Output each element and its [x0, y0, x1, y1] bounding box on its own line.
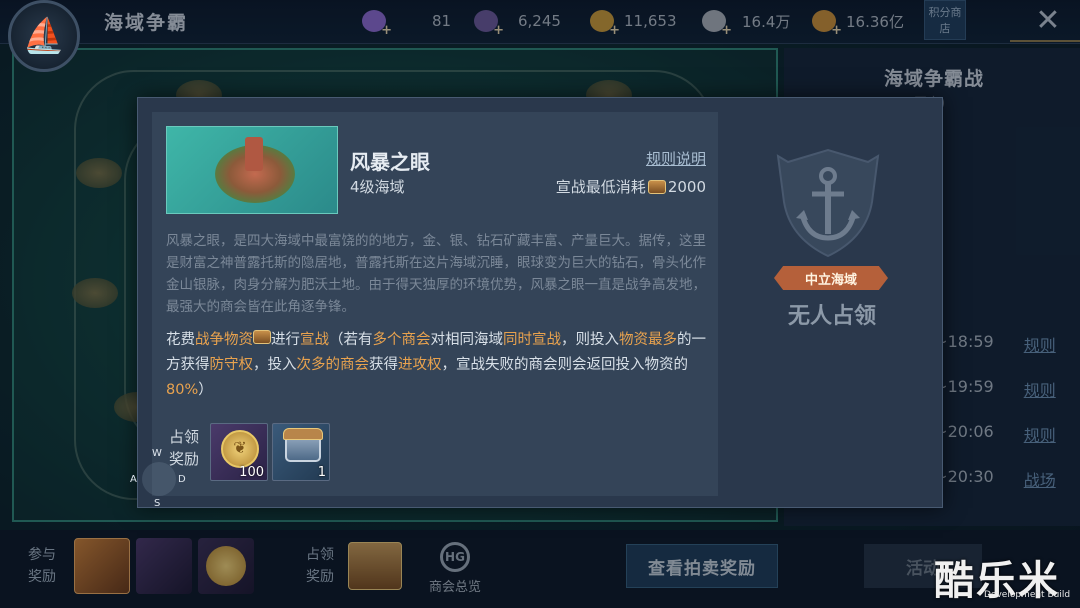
joystick-s-label: S [154, 498, 161, 509]
rule-text-part: ，宣战失败的商会则会返回投入物资的 [441, 357, 689, 373]
rule-text-part: 进行 [271, 332, 300, 348]
gold-coin-icon: ❦ [221, 430, 259, 468]
declare-war-rules: 花费战争物资 进行宣战（若有多个商会对相同海域同时宣战，则投入物资最多的一方获得防… [166, 328, 710, 403]
rule-highlight: 多个商会 [372, 332, 431, 348]
zone-info-card: 风暴之眼 4级海域 规则说明 宣战最低消耗 2000 风暴之眼，是四大海域中最富… [152, 112, 718, 496]
zone-description: 风暴之眼，是四大海域中最富饶的的地方，金、银、钻石矿藏丰富、产量巨大。据传，这里… [166, 233, 706, 315]
rule-highlight: 进攻权 [398, 357, 442, 373]
rule-text-part: ，则投入 [561, 332, 619, 348]
rule-highlight: 物资最多 [619, 332, 677, 348]
rule-highlight: 防守权 [209, 357, 254, 373]
dev-build-label: Development Build [984, 590, 1071, 600]
rule-highlight: 战争物资 [195, 332, 253, 348]
zone-level: 4级海域 [350, 178, 405, 196]
cost-value: 2000 [667, 177, 706, 196]
rule-highlight: 宣战 [300, 332, 329, 348]
sea-zone-detail-dialog: 风暴之眼 4级海域 规则说明 宣战最低消耗 2000 风暴之眼，是四大海域中最富… [137, 97, 943, 508]
zone-island-image [166, 126, 338, 214]
rule-text-part: 花费 [166, 332, 195, 348]
reward-treasure-chest[interactable]: 1 [272, 423, 330, 481]
rule-text-part: ，投入 [253, 357, 297, 373]
rule-highlight: 80% [166, 382, 199, 398]
reward-quantity: 100 [239, 465, 264, 480]
joystick-w-label: W [152, 448, 162, 459]
rules-link[interactable]: 规则说明 [646, 148, 706, 169]
rule-highlight: 次多的商会 [296, 357, 370, 373]
joystick-d-label: D [178, 474, 186, 485]
reward-quantity: 1 [317, 465, 326, 480]
rule-text-part: 获得 [369, 357, 398, 373]
occupation-status: 无人占领 [787, 303, 876, 329]
rule-highlight: 同时宣战 [503, 332, 561, 348]
joystick-a-label: A [130, 474, 137, 485]
war-supplies-icon [647, 179, 666, 194]
ship-icon: ⛵ [8, 0, 80, 72]
game-screen: 海域争霸战 开启) 0~18:59 规则 0~19:59 规则 0~20:06 … [0, 0, 1080, 608]
cost-label: 宣战最低消耗 [555, 178, 646, 196]
reward-gold-coin[interactable]: ❦ 100 [210, 423, 268, 481]
joystick-ring[interactable] [142, 462, 176, 496]
zone-status-ribbon: 中立海域 [774, 266, 888, 290]
war-supplies-icon [253, 330, 271, 344]
zone-name: 风暴之眼 [350, 150, 430, 174]
rule-text-part: 对相同海域 [430, 332, 504, 348]
rule-text-part: ） [198, 382, 213, 398]
anchor-shield-icon [776, 148, 880, 258]
declare-war-cost: 宣战最低消耗 2000 [556, 176, 706, 197]
virtual-joystick[interactable]: W A D S [128, 448, 188, 509]
rule-text-part: （若有 [329, 332, 373, 348]
